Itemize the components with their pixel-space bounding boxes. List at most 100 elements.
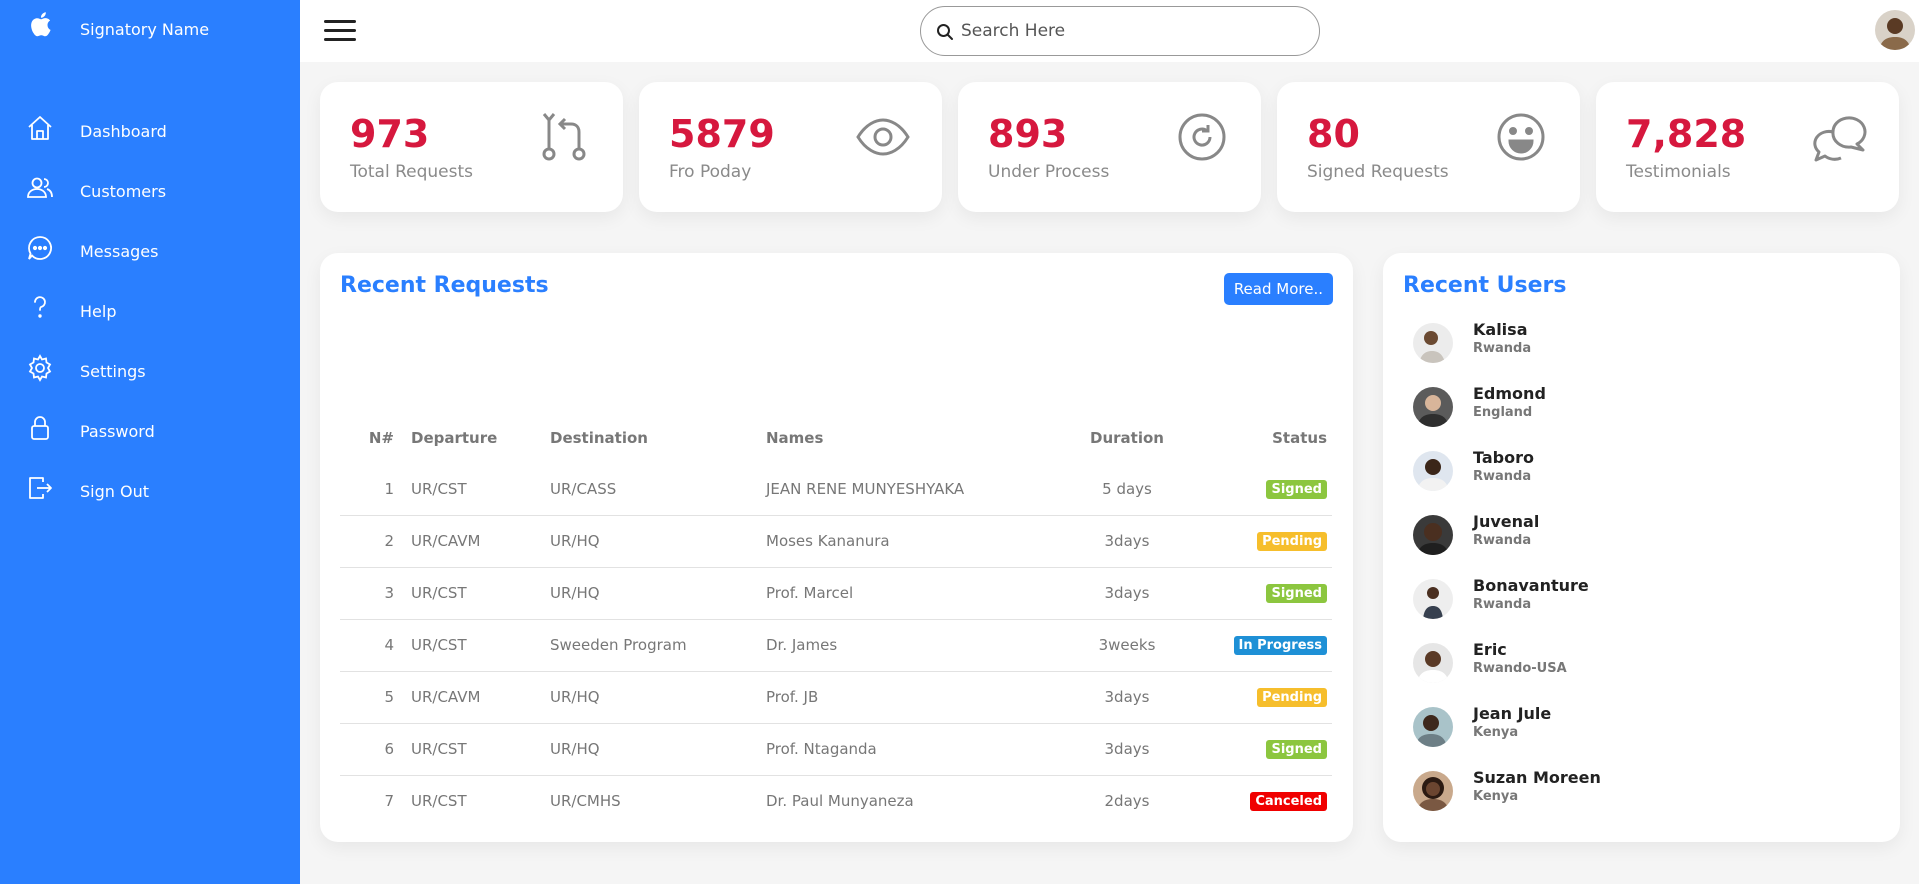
stat-label: Fro Poday [669,162,752,182]
destination-cell: UR/CMHS [550,792,621,811]
table-row[interactable]: 5 UR/CAVM UR/HQ Prof. JB 3days Pending [340,671,1332,724]
departure-cell: UR/CST [406,723,545,776]
user-item[interactable]: Juvenal Rwanda [1403,510,1883,560]
column-header: N# [368,429,394,447]
destination-cell: UR/HQ [545,671,761,724]
stat-card-fro-poday[interactable]: 5879 Fro Poday [639,82,942,212]
row-number: 6 [340,723,406,776]
brand[interactable]: Signatory Name [0,0,300,60]
duration-cell: 5 days [1069,463,1185,516]
recent-requests-panel: Recent Requests Read More.. N# Departure… [320,253,1353,842]
table-row[interactable]: 4 UR/CST Sweeden Program Dr. James 3week… [340,619,1332,672]
row-number: 5 [340,671,406,724]
git-compare-icon [542,113,586,161]
chat-bubbles-icon [1813,116,1867,162]
sign-out-icon [29,477,52,499]
topbar [300,0,1919,62]
row-number: 2 [340,515,406,568]
stat-card-total-requests[interactable]: 973 Total Requests [320,82,623,212]
avatar [1413,643,1453,683]
user-name: Edmond [1473,384,1546,403]
stat-label: Testimonials [1626,162,1731,182]
sidebar-item-help[interactable]: Help [0,288,300,332]
refresh-icon [1178,113,1226,161]
stat-label: Signed Requests [1307,162,1449,182]
row-number: 4 [340,619,406,672]
search-input[interactable] [961,17,1301,45]
stat-card-under-process[interactable]: 893 Under Process [958,82,1261,212]
recent-users-title: Recent Users [1403,273,1567,298]
user-avatar[interactable] [1875,10,1915,50]
user-item[interactable]: Taboro Rwanda [1403,446,1883,496]
name-cell: Moses Kananura [761,515,1069,568]
user-item[interactable]: Jean Jule Kenya [1403,702,1883,752]
sidebar-item-label: Customers [80,182,167,201]
stat-label: Under Process [988,162,1110,182]
destination-cell: UR/HQ [545,515,761,568]
sidebar-item-messages[interactable]: Messages [0,228,300,272]
row-number: 7 [384,792,394,811]
sidebar-item-label: Messages [80,242,159,261]
table-row[interactable]: 7 UR/CST UR/CMHS Dr. Paul Munyaneza 2day… [340,775,1332,827]
table-row[interactable]: 1 UR/CST UR/CASS JEAN RENE MUNYESHYAKA 5… [340,463,1332,516]
help-icon [34,296,46,318]
duration-cell: 3weeks [1069,619,1185,672]
status-badge: Pending [1257,688,1327,707]
user-country: Rwanda [1473,597,1532,612]
avatar [1413,515,1453,555]
stat-value: 80 [1307,112,1360,156]
home-icon [28,116,52,140]
departure-cell: UR/CAVM [406,515,545,568]
user-item[interactable]: Eric Rwando-USA [1403,638,1883,688]
apple-logo-icon [31,12,51,37]
destination-cell: Sweeden Program [545,619,761,672]
stat-value: 5879 [669,112,775,156]
avatar [1413,579,1453,619]
duration-cell: 2days [1104,792,1150,811]
sidebar-item-password[interactable]: Password [0,408,300,452]
users-icon [27,177,53,198]
duration-cell: 3days [1069,515,1185,568]
name-cell: Dr. James [761,619,1069,672]
lock-icon [31,416,49,440]
user-item[interactable]: Suzan Moreen Kenya [1403,766,1883,816]
user-name: Juvenal [1473,512,1540,531]
column-header: Duration [1090,429,1164,447]
departure-cell: UR/CST [411,792,467,811]
table-row[interactable]: 2 UR/CAVM UR/HQ Moses Kananura 3days Pen… [340,515,1332,568]
sidebar-item-sign-out[interactable]: Sign Out [0,468,300,512]
status-badge: Signed [1266,479,1327,499]
user-country: Kenya [1473,789,1519,804]
departure-cell: UR/CST [406,619,545,672]
avatar [1413,771,1453,811]
read-more-button[interactable]: Read More.. [1223,273,1333,305]
avatar [1413,707,1453,747]
sidebar: Signatory Name Dashboard Customers Messa… [0,0,300,884]
sidebar-item-label: Sign Out [80,482,149,501]
status-badge: In Progress [1233,636,1327,655]
signatory-name: Signatory Name [80,20,210,39]
avatar [1413,451,1453,491]
sidebar-item-label: Dashboard [80,122,167,141]
destination-cell: UR/CASS [545,463,761,516]
sidebar-item-dashboard[interactable]: Dashboard [0,108,300,152]
user-item[interactable]: Kalisa Rwanda [1403,318,1883,368]
stat-card-testimonials[interactable]: 7,828 Testimonials [1596,82,1899,212]
sidebar-item-settings[interactable]: Settings [0,348,300,392]
gear-icon [28,354,52,382]
status-badge: Canceled [1250,792,1327,812]
table-row[interactable]: 6 UR/CST UR/HQ Prof. Ntaganda 3days Sign… [340,723,1332,776]
stat-card-signed-requests[interactable]: 80 Signed Requests [1277,82,1580,212]
stat-value: 7,828 [1626,112,1747,156]
search-box[interactable] [920,6,1320,56]
row-number: 3 [340,567,406,620]
menu-toggle-icon[interactable] [324,20,356,42]
search-icon [937,24,953,40]
name-cell: Dr. Paul Munyaneza [766,792,914,811]
user-country: Rwanda [1473,533,1532,548]
user-item[interactable]: Bonavanture Rwanda [1403,574,1883,624]
name-cell: Prof. JB [761,671,1069,724]
sidebar-item-customers[interactable]: Customers [0,168,300,212]
table-row[interactable]: 3 UR/CST UR/HQ Prof. Marcel 3days Signed [340,567,1332,620]
user-item[interactable]: Edmond England [1403,382,1883,432]
